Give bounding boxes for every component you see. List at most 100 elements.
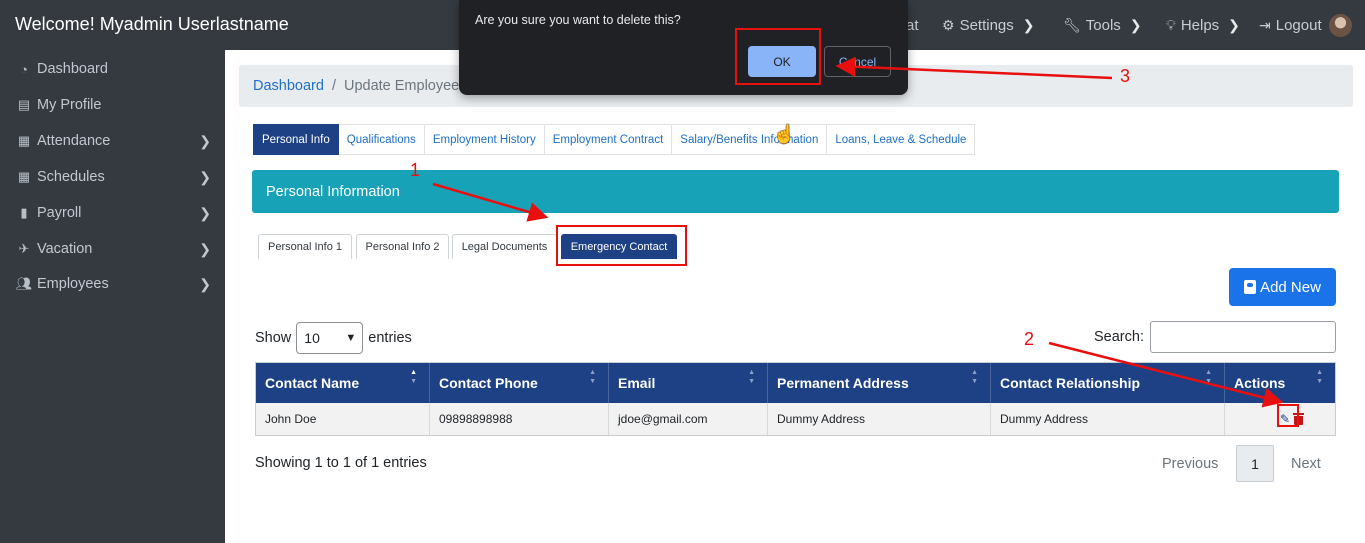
cell-contact-relationship: Dummy Address <box>991 403 1225 435</box>
column-header-contact-relationship[interactable]: Contact Relationship ▲ ▼ <box>991 363 1225 403</box>
annotation-number-3: 3 <box>1120 66 1131 86</box>
highlight-emergency-contact <box>556 225 687 266</box>
annotation-number-2: 2 <box>1024 329 1035 349</box>
sidebar-item-label: My Profile <box>37 97 102 113</box>
tab-qualifications[interactable]: Qualifications <box>338 124 425 155</box>
dialog-message: Are you sure you want to delete this? <box>475 13 681 27</box>
nav-item-settings[interactable]: ⚙ Settings ❯ <box>942 0 1035 50</box>
sidebar-item-dashboard[interactable]: ◔ Dashboard <box>0 57 225 81</box>
nav-item-tools[interactable]: 🔧︎ Tools ❯ <box>1063 0 1142 50</box>
add-new-button[interactable]: Add New <box>1229 268 1336 306</box>
sidebar-item-vacation[interactable]: ✈ Vacation ❯ <box>0 237 225 261</box>
address-card-icon <box>1244 280 1257 294</box>
entries-label: entries <box>368 330 412 346</box>
sidebar-item-label: Payroll <box>37 205 82 221</box>
lightbulb-icon: 💡︎ <box>1166 16 1176 33</box>
column-label: Permanent Address <box>777 375 909 391</box>
sort-icon: ▲ ▼ <box>971 369 978 385</box>
sort-icon: ▲ ▼ <box>748 369 755 385</box>
welcome-title: Welcome! Myadmin Userlastname <box>15 14 289 34</box>
breadcrumb-current: Update Employee <box>343 78 460 94</box>
sidebar-item-schedules[interactable]: ▦ Schedules ❯ <box>0 165 225 189</box>
calendar-icon: ▦ <box>17 133 31 148</box>
show-label: Show <box>255 330 292 346</box>
table-header: Contact Name ▲ ▼ Contact Phone ▲ ▼ Email ▲… <box>256 363 1335 403</box>
column-header-contact-phone[interactable]: Contact Phone ▲ ▼ <box>430 363 609 403</box>
sort-icon: ▲ ▼ <box>1316 369 1323 385</box>
subtab-legal-documents[interactable]: Legal Documents <box>452 234 557 259</box>
chevron-right-icon: ❯ <box>1228 16 1240 33</box>
gears-icon: ⚙ <box>942 16 955 33</box>
chevron-right-icon: ❯ <box>199 204 211 221</box>
page-1-button[interactable]: 1 <box>1236 445 1274 482</box>
nav-tools-label: Tools <box>1085 16 1121 34</box>
nav-helps-label: Helps <box>1180 16 1220 34</box>
sidebar-item-label: Employees <box>37 276 109 292</box>
search-input[interactable] <box>1150 321 1336 353</box>
nav-item-helps[interactable]: 💡︎ Helps ❯ <box>1166 0 1240 50</box>
cell-contact-phone: 09898898988 <box>430 403 609 435</box>
tab-salary-benefits[interactable]: Salary/Benefits Information <box>672 124 828 155</box>
file-icon: ▮ <box>20 205 28 220</box>
wrench-icon: 🔧︎ <box>1063 16 1081 33</box>
cell-contact-name: John Doe <box>256 403 430 435</box>
column-header-actions[interactable]: Actions ▲ ▼ <box>1225 363 1335 403</box>
tab-loans-leave-schedule[interactable]: Loans, Leave & Schedule <box>827 124 976 155</box>
column-label: Email <box>618 375 656 391</box>
sidebar-item-attendance[interactable]: ▦ Attendance ❯ <box>0 129 225 153</box>
chevron-right-icon: ❯ <box>199 240 211 257</box>
sidebar-item-label: Attendance <box>37 133 111 149</box>
sidebar-item-label: Schedules <box>37 169 105 185</box>
previous-button[interactable]: Previous <box>1162 445 1218 482</box>
avatar[interactable] <box>1329 14 1352 37</box>
annotation-number-1: 1 <box>410 160 421 180</box>
column-label: Contact Name <box>265 375 360 391</box>
breadcrumb-separator: / <box>331 78 336 94</box>
chevron-right-icon: ❯ <box>199 132 211 149</box>
sidebar-item-employees[interactable]: 👥︎ Employees ❯ <box>0 272 225 296</box>
add-new-label: Add New <box>1260 278 1321 296</box>
users-icon: 👥︎ <box>15 276 33 291</box>
chevron-right-icon: ❯ <box>1022 16 1035 33</box>
cell-email: jdoe@gmail.com <box>609 403 768 435</box>
sidebar-item-my-profile[interactable]: ▤ My Profile <box>0 93 225 117</box>
column-header-email[interactable]: Email ▲ ▼ <box>609 363 768 403</box>
column-label: Contact Relationship <box>1000 375 1141 391</box>
id-card-icon: ▤ <box>17 97 31 112</box>
column-header-contact-name[interactable]: Contact Name ▲ ▼ <box>256 363 430 403</box>
table-icon: ▦ <box>17 169 31 184</box>
page-size-value: 10 <box>304 330 320 346</box>
main-tabs: Personal Info Qualifications Employment … <box>253 124 976 155</box>
chevron-down-icon: ▼ <box>345 332 357 344</box>
subtab-personal-info-2[interactable]: Personal Info 2 <box>356 234 449 259</box>
nav-logout-label: Logout <box>1275 16 1322 34</box>
subtab-personal-info-1[interactable]: Personal Info 1 <box>258 234 352 259</box>
hand-cursor-icon: ☝ <box>773 124 796 144</box>
chevron-right-icon: ❯ <box>199 275 211 292</box>
sort-icon: ▲ ▼ <box>1205 369 1212 385</box>
highlight-delete <box>1277 404 1299 427</box>
sidebar: ◔ Dashboard ▤ My Profile ▦ Attendance ❯ … <box>0 50 225 543</box>
confirm-dialog: Are you sure you want to delete this? OK… <box>459 0 908 95</box>
breadcrumb-dashboard-link[interactable]: Dashboard <box>253 78 324 94</box>
cancel-button[interactable]: Cancel <box>824 46 891 77</box>
tab-personal-info[interactable]: Personal Info <box>253 124 339 155</box>
dashboard-icon: ◔ <box>20 61 28 77</box>
cell-permanent-address: Dummy Address <box>768 403 991 435</box>
nav-settings-label: Settings <box>959 16 1014 34</box>
page-size-select[interactable]: 10 ▼ <box>296 322 364 354</box>
column-label: Actions <box>1234 375 1286 391</box>
highlight-ok <box>735 28 821 85</box>
sort-icon: ▲ ▼ <box>410 369 417 385</box>
tab-employment-contract[interactable]: Employment Contract <box>544 124 673 155</box>
tab-employment-history[interactable]: Employment History <box>424 124 545 155</box>
emergency-contact-table: Contact Name ▲ ▼ Contact Phone ▲ ▼ Email ▲… <box>255 362 1336 436</box>
nav-item-logout[interactable]: ⇥ Logout <box>1259 0 1322 50</box>
sidebar-item-payroll[interactable]: ▮ Payroll ❯ <box>0 201 225 225</box>
column-header-permanent-address[interactable]: Permanent Address ▲ ▼ <box>768 363 991 403</box>
next-button[interactable]: Next <box>1291 445 1321 482</box>
logout-icon: ⇥ <box>1259 16 1271 33</box>
page-size-control: Show 10 ▼ entries <box>255 321 412 355</box>
sort-icon: ▲ ▼ <box>589 369 596 385</box>
plane-icon: ✈ <box>18 241 30 256</box>
